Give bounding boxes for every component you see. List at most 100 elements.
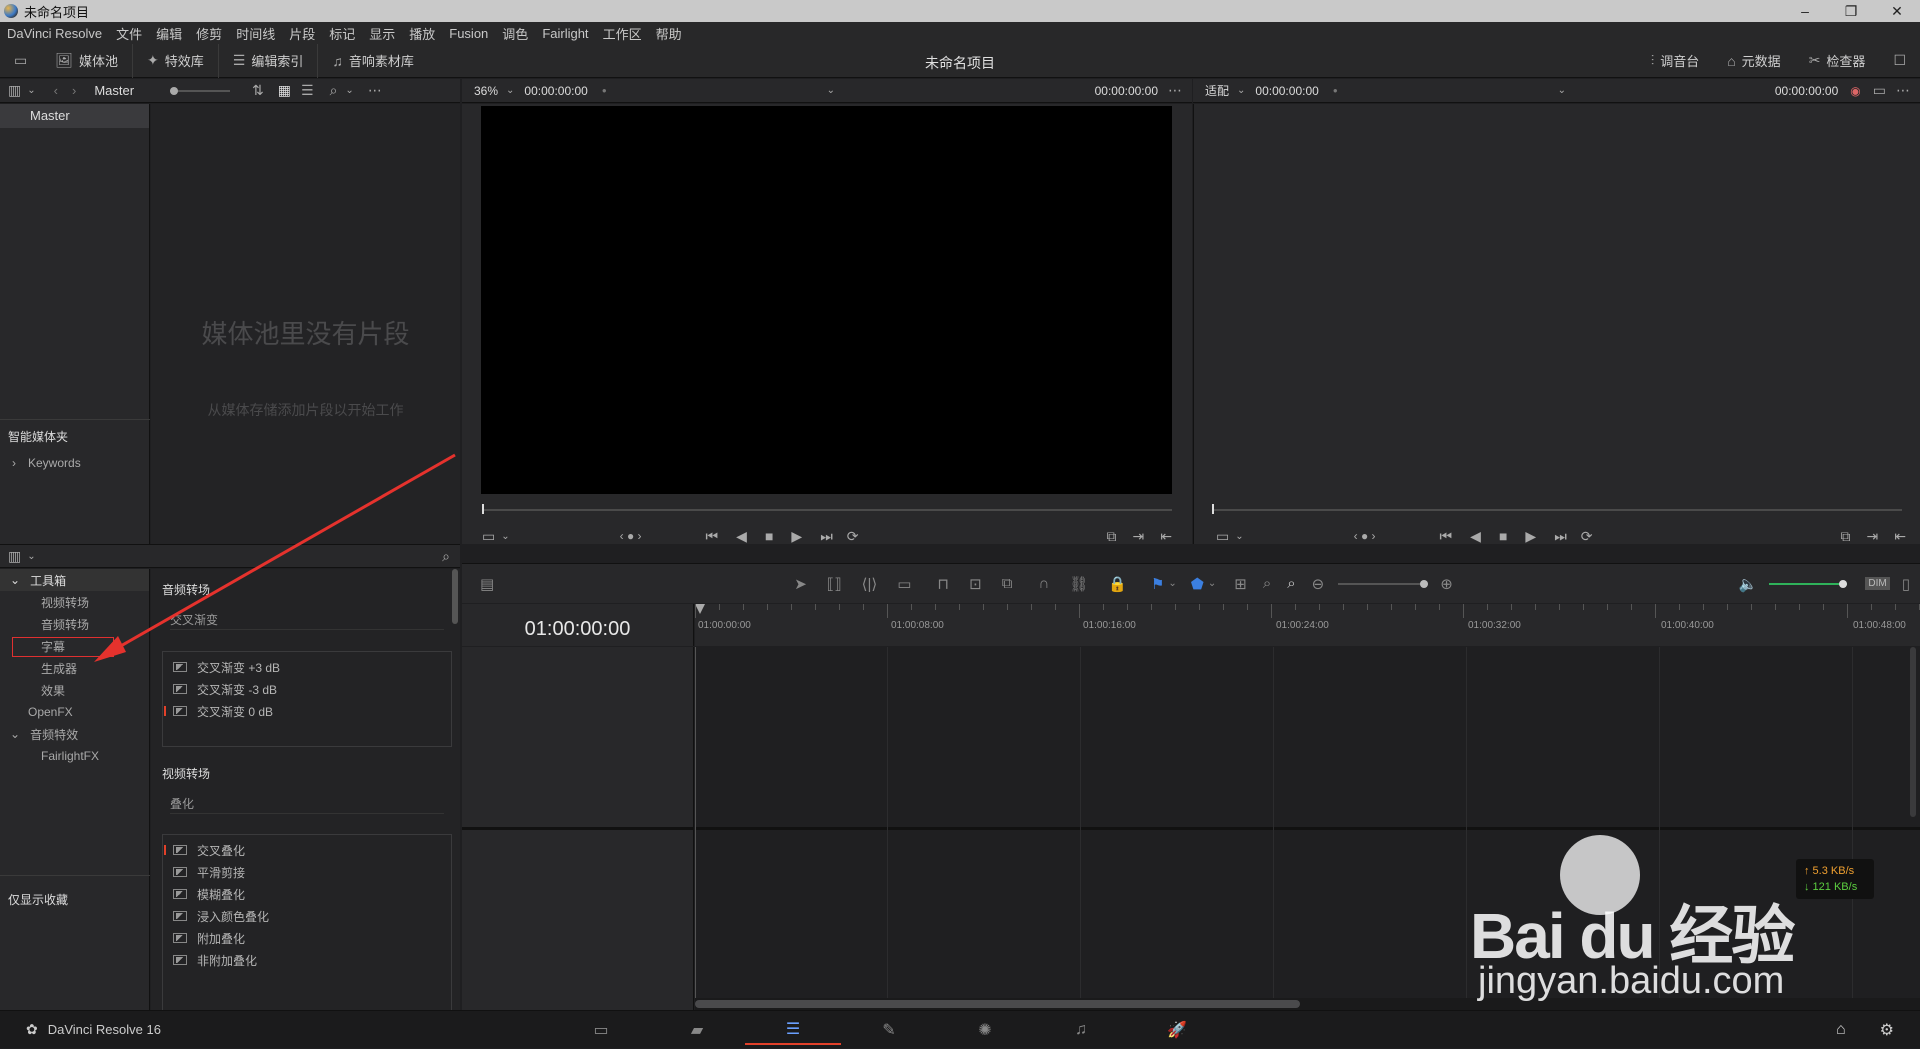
- more-options-icon[interactable]: ⋯: [1896, 82, 1910, 99]
- menu-color[interactable]: 调色: [495, 24, 535, 43]
- menu-trim[interactable]: 修剪: [189, 24, 229, 43]
- dim-button[interactable]: DIM: [1865, 577, 1890, 590]
- menu-davinci[interactable]: DaVinci Resolve: [0, 26, 109, 41]
- color-page-icon[interactable]: ✺: [937, 1015, 1033, 1045]
- edit-index-button[interactable]: ☰ 编辑索引: [219, 43, 319, 78]
- sort-icon[interactable]: ⇅: [252, 82, 264, 99]
- chevron-down-icon[interactable]: ⌄: [827, 85, 835, 96]
- menu-file[interactable]: 文件: [109, 24, 149, 43]
- panel-toggle-icon[interactable]: ▥: [8, 548, 21, 565]
- menu-mark[interactable]: 标记: [322, 24, 362, 43]
- timeline-playhead[interactable]: [1212, 504, 1214, 514]
- timeline-scrubber[interactable]: [1212, 509, 1902, 511]
- more-options-icon[interactable]: ⋯: [1168, 82, 1182, 99]
- stop-icon[interactable]: ■: [1499, 528, 1507, 544]
- menu-workspace[interactable]: 工作区: [596, 24, 649, 43]
- insert-clip-icon[interactable]: ⊓: [937, 575, 949, 593]
- favorites-only-label[interactable]: 仅显示收藏: [8, 891, 68, 908]
- menu-playback[interactable]: 播放: [402, 24, 442, 43]
- mark-in-icon[interactable]: ⇥: [1867, 528, 1879, 545]
- mark-in-icon[interactable]: ⇥: [1133, 528, 1145, 545]
- timeline-tracks[interactable]: [695, 647, 1920, 1010]
- color-wheel-icon[interactable]: ◉: [1850, 84, 1860, 98]
- fusion-page-icon[interactable]: ✎: [841, 1015, 937, 1045]
- lock-icon[interactable]: 🔒: [1108, 575, 1127, 593]
- deliver-page-icon[interactable]: 🚀: [1129, 1015, 1225, 1045]
- audio-fx-item[interactable]: ⌄ 音频特效: [0, 723, 149, 745]
- mark-out-icon[interactable]: ⇤: [1894, 528, 1906, 545]
- zoom-full-icon[interactable]: ⊞: [1234, 575, 1247, 593]
- chevron-down-icon[interactable]: ⌄: [1558, 85, 1566, 96]
- chevron-down-icon[interactable]: ⌄: [1168, 578, 1176, 589]
- list-item[interactable]: 附加叠化: [163, 927, 451, 949]
- playhead-marker[interactable]: [695, 604, 705, 614]
- list-item[interactable]: 交叉渐变 0 dB: [163, 700, 451, 722]
- timeline-ruler[interactable]: 01:00:00:00 01:00:08:00 01:00:16:00 01:0…: [695, 604, 1920, 646]
- jog-icon[interactable]: ‹ ● ›: [620, 529, 642, 543]
- snapping-icon[interactable]: ∩: [1038, 575, 1049, 592]
- zoom-in-icon[interactable]: ⊕: [1440, 575, 1453, 593]
- audio-meter-icon[interactable]: ▯: [1902, 575, 1910, 593]
- search-icon[interactable]: ⌕: [330, 82, 338, 99]
- chevron-down-icon[interactable]: ⌄: [501, 531, 509, 542]
- linked-selection-icon[interactable]: ⛓: [1069, 575, 1088, 593]
- menu-clip[interactable]: 片段: [282, 24, 322, 43]
- menu-fairlight[interactable]: Fairlight: [535, 26, 595, 41]
- selection-tool-icon[interactable]: ➤: [794, 575, 807, 593]
- volume-icon[interactable]: 🔈: [1739, 575, 1758, 593]
- keywords-item[interactable]: › Keywords: [12, 456, 81, 470]
- go-to-end-icon[interactable]: ⏭: [1554, 528, 1567, 545]
- source-video-area[interactable]: [481, 106, 1172, 494]
- list-item[interactable]: 浸入颜色叠化: [163, 905, 451, 927]
- close-icon[interactable]: ✕: [1874, 0, 1920, 22]
- forward-icon[interactable]: ›: [72, 83, 76, 98]
- inspector-button[interactable]: ✂ 检查器: [1795, 44, 1880, 78]
- replace-clip-icon[interactable]: ⧉: [1002, 575, 1013, 592]
- timeline-scrollbar[interactable]: [695, 1000, 1300, 1008]
- loop-icon[interactable]: ⟳: [1581, 528, 1593, 545]
- match-frame-icon[interactable]: ⧉: [1841, 528, 1851, 545]
- source-scrubber[interactable]: [482, 509, 1172, 511]
- list-item[interactable]: 交叉渐变 -3 dB: [163, 678, 451, 700]
- effects-library-button[interactable]: ✦ 特效库: [133, 43, 219, 78]
- zoom-level[interactable]: 36%: [474, 84, 498, 98]
- edit-page-icon[interactable]: ☰: [745, 1015, 841, 1045]
- thumbnail-size-slider[interactable]: [170, 86, 231, 95]
- monitor-toggle-button[interactable]: ▭: [0, 44, 41, 78]
- list-view-icon[interactable]: ☰: [301, 82, 314, 99]
- go-to-end-icon[interactable]: ⏭: [820, 528, 833, 545]
- fit-mode[interactable]: 适配: [1205, 82, 1229, 99]
- effects-item[interactable]: 效果: [0, 679, 149, 701]
- list-item[interactable]: 模糊叠化: [163, 883, 451, 905]
- fairlight-fx-item[interactable]: FairlightFX: [0, 745, 149, 767]
- play-icon[interactable]: ▶: [791, 528, 802, 545]
- cut-page-icon[interactable]: ▰: [649, 1015, 745, 1045]
- chevron-down-icon[interactable]: ⌄: [1208, 578, 1216, 589]
- blade-tool-icon[interactable]: ▭: [897, 575, 911, 593]
- expand-button[interactable]: ☐: [1879, 44, 1920, 78]
- play-reverse-icon[interactable]: ◀: [1470, 528, 1481, 545]
- timeline-view-options-icon[interactable]: ▤: [480, 575, 494, 593]
- stop-icon[interactable]: ■: [765, 528, 773, 544]
- jog-icon[interactable]: ‹ ● ›: [1354, 529, 1376, 543]
- sound-library-button[interactable]: ♫ 音响素材库: [318, 44, 428, 78]
- video-track-scrollbar[interactable]: [1910, 647, 1916, 817]
- match-frame-icon[interactable]: ⧉: [1107, 528, 1117, 545]
- play-icon[interactable]: ▶: [1525, 528, 1536, 545]
- overwrite-clip-icon[interactable]: ⊡: [969, 575, 982, 593]
- menu-help[interactable]: 帮助: [649, 24, 689, 43]
- master-bin-item[interactable]: Master: [0, 104, 149, 128]
- restore-icon[interactable]: ❐: [1828, 0, 1874, 22]
- clip-mode-icon[interactable]: ▭: [482, 528, 495, 545]
- chevron-down-icon[interactable]: ⌄: [27, 551, 35, 562]
- trim-tool-icon[interactable]: ⟦⟧: [827, 575, 842, 593]
- zoom-out-icon[interactable]: ⊖: [1312, 575, 1325, 593]
- panel-toggle-icon[interactable]: ▥: [8, 82, 21, 99]
- chevron-down-icon[interactable]: ⌄: [1237, 85, 1245, 96]
- openfx-item[interactable]: OpenFX: [0, 701, 149, 723]
- media-pool-button[interactable]: 🖼 媒体池: [41, 43, 134, 78]
- menu-view[interactable]: 显示: [362, 24, 402, 43]
- list-item[interactable]: 平滑剪接: [163, 861, 451, 883]
- volume-slider[interactable]: [1769, 579, 1848, 588]
- chevron-down-icon[interactable]: ⌄: [1235, 531, 1243, 542]
